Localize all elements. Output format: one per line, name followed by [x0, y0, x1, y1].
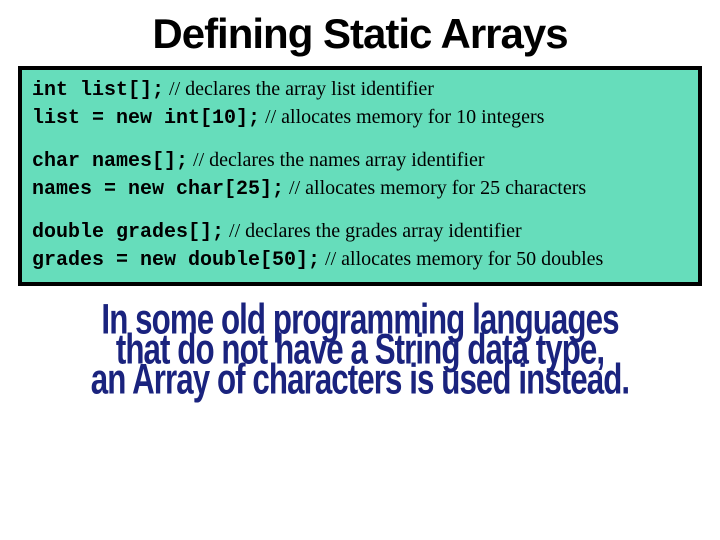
code-comment: // allocates memory for 50 doubles	[320, 248, 603, 270]
code-fragment: int list[];	[32, 79, 164, 102]
code-comment: // allocates memory for 25 characters	[284, 177, 586, 199]
code-line: names = new char[25]; // allocates memor…	[32, 175, 688, 203]
code-fragment: char names[];	[32, 150, 188, 173]
code-group-int: int list[]; // declares the array list i…	[32, 76, 688, 133]
bottom-text-block: In some old programming languages that d…	[18, 306, 702, 396]
code-fragment: list = new int[10];	[32, 107, 260, 130]
code-line: int list[]; // declares the array list i…	[32, 76, 688, 104]
slide: Defining Static Arrays int list[]; // de…	[0, 0, 720, 540]
code-group-char: char names[]; // declares the names arra…	[32, 147, 688, 204]
code-comment: // declares the names array identifier	[188, 149, 485, 171]
code-line: double grades[]; // declares the grades …	[32, 218, 688, 246]
code-fragment: names = new char[25];	[32, 178, 284, 201]
bottom-line-3: an Array of characters is used instead.	[45, 362, 674, 399]
code-box: int list[]; // declares the array list i…	[18, 66, 702, 286]
code-comment: // allocates memory for 10 integers	[260, 106, 544, 128]
slide-title: Defining Static Arrays	[18, 10, 702, 58]
code-fragment: grades = new double[50];	[32, 249, 320, 272]
code-comment: // declares the array list identifier	[164, 78, 434, 100]
code-group-double: double grades[]; // declares the grades …	[32, 218, 688, 275]
code-comment: // declares the grades array identifier	[224, 220, 522, 242]
code-line: list = new int[10]; // allocates memory …	[32, 104, 688, 132]
code-fragment: double grades[];	[32, 221, 224, 244]
code-line: char names[]; // declares the names arra…	[32, 147, 688, 175]
code-line: grades = new double[50]; // allocates me…	[32, 246, 688, 274]
